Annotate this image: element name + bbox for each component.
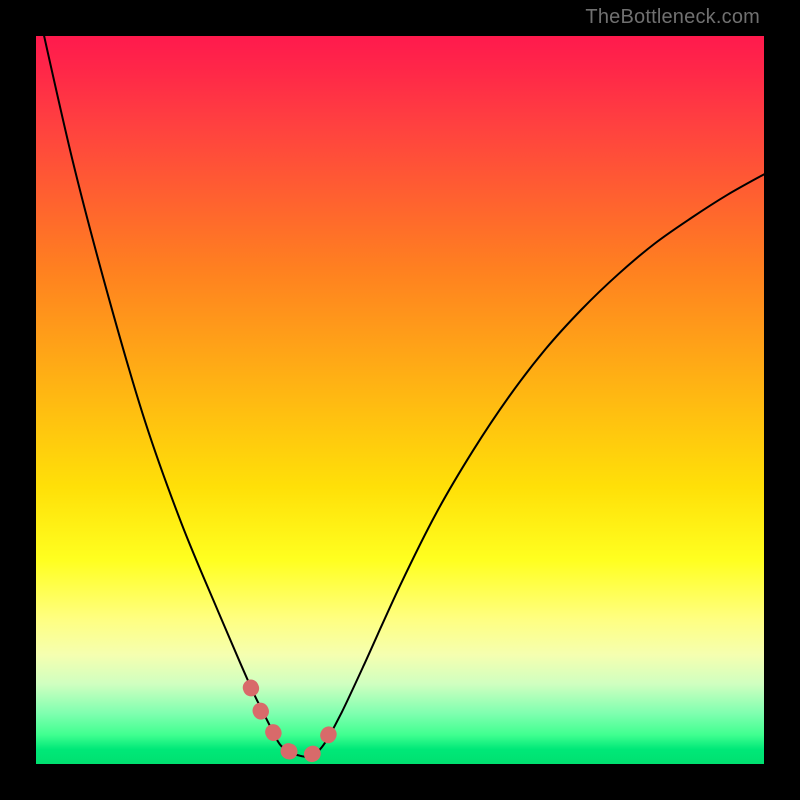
watermark-label: TheBottleneck.com: [585, 6, 760, 29]
curve-main: [36, 36, 764, 757]
plot-area: [36, 36, 764, 764]
curve-highlight: [251, 688, 331, 757]
chart-svg: [36, 36, 764, 764]
